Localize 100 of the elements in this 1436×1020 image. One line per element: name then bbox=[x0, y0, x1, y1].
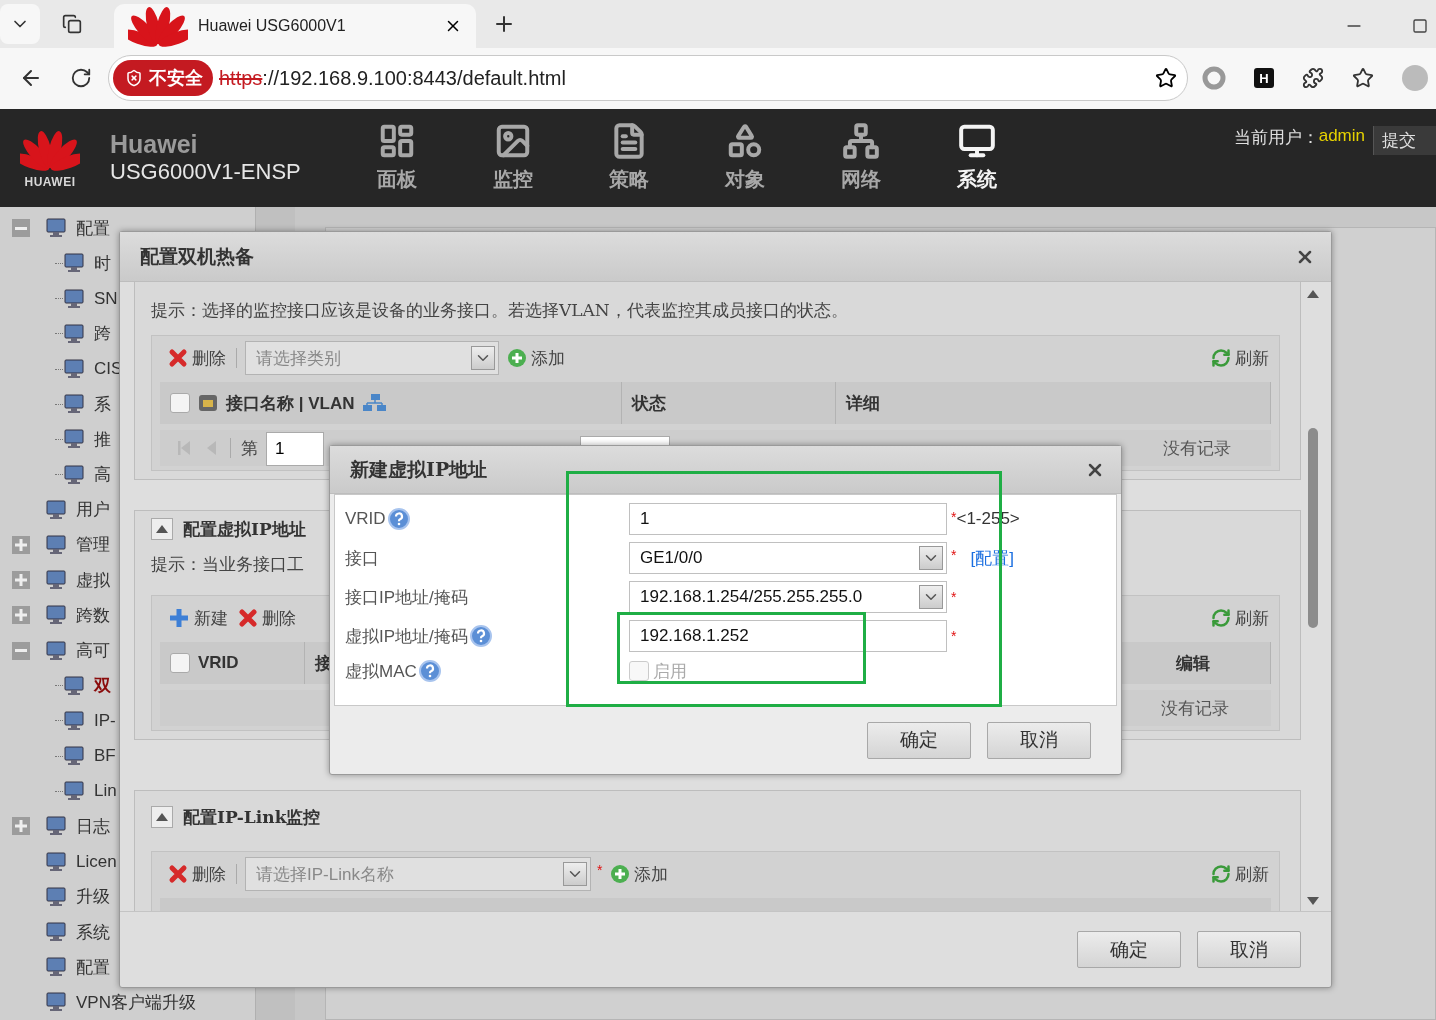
column-header[interactable]: 状态 bbox=[632, 391, 666, 415]
select-field[interactable]: GE1/0/0 bbox=[629, 542, 947, 574]
favorites-icon[interactable] bbox=[1352, 67, 1374, 90]
nav-item[interactable]: 对象 bbox=[710, 108, 826, 207]
security-badge[interactable]: 不安全 bbox=[113, 60, 213, 97]
tree-item[interactable]: 配置 bbox=[76, 216, 110, 240]
tree-item[interactable]: VPN客户端升级 bbox=[76, 990, 196, 1014]
collapse-icon bbox=[156, 813, 168, 821]
tree-node-icon bbox=[45, 921, 69, 944]
tree-item[interactable]: 虚拟 bbox=[76, 568, 110, 592]
expand-toggle[interactable] bbox=[12, 535, 30, 554]
tree-item[interactable]: 配置 bbox=[76, 955, 110, 979]
collapse-button[interactable] bbox=[151, 806, 173, 828]
collapse-toggle[interactable] bbox=[12, 641, 30, 660]
extension-icon[interactable]: H bbox=[1254, 68, 1274, 89]
tree-item[interactable]: 高 bbox=[94, 463, 111, 487]
browser-tab[interactable]: Huawei USG6000V1 bbox=[114, 4, 476, 48]
tree-node-icon bbox=[45, 639, 69, 662]
tree-item[interactable]: Licen bbox=[76, 851, 117, 872]
tree-item[interactable]: 系 bbox=[94, 392, 111, 416]
tree-item[interactable]: 推 bbox=[94, 427, 111, 451]
cancel-button[interactable]: 取消 bbox=[1197, 931, 1301, 968]
collapse-button[interactable] bbox=[151, 518, 173, 540]
tree-node-icon bbox=[45, 498, 69, 521]
empty-message: 没有记录 bbox=[1163, 436, 1231, 460]
scrollbar-thumb[interactable] bbox=[1308, 428, 1318, 628]
page-input[interactable]: 1 bbox=[266, 432, 324, 466]
refresh-button[interactable]: 刷新 bbox=[1209, 606, 1271, 630]
section-title: 配置虚拟IP地址 bbox=[183, 517, 306, 541]
tree-item[interactable]: SN bbox=[94, 288, 118, 309]
user-label: 当前用户： bbox=[1233, 126, 1319, 149]
required-mark: * bbox=[951, 628, 957, 644]
tree-node-icon bbox=[63, 358, 87, 381]
tree-item[interactable]: IP- bbox=[94, 710, 116, 731]
select-field[interactable]: 192.168.1.254/255.255.255.0 bbox=[629, 581, 947, 613]
delete-button[interactable]: 删除 bbox=[166, 862, 228, 886]
expand-toggle[interactable] bbox=[12, 817, 30, 836]
expand-toggle[interactable] bbox=[12, 571, 30, 590]
section-title: 配置IP-Link监控 bbox=[183, 805, 321, 829]
tree-item[interactable]: 系统 bbox=[76, 920, 110, 944]
tree-node-icon bbox=[63, 428, 87, 451]
column-header[interactable]: 编辑 bbox=[1175, 651, 1210, 675]
tree-item[interactable]: 时 bbox=[94, 251, 111, 275]
column-header[interactable]: VRID bbox=[198, 653, 239, 673]
network-icon bbox=[842, 122, 880, 161]
tree-item[interactable]: 跨数 bbox=[76, 603, 110, 627]
address-bar[interactable]: 不安全 https://192.168.9.100:8443/default.html bbox=[108, 55, 1188, 102]
tree-item[interactable]: 用户 bbox=[76, 498, 110, 522]
refresh-button[interactable]: 刷新 bbox=[1209, 862, 1271, 886]
new-button[interactable]: 新建 bbox=[166, 606, 230, 630]
tree-item[interactable]: 管理 bbox=[76, 533, 110, 557]
tree-item[interactable]: 跨 bbox=[94, 322, 111, 346]
tree-node-icon bbox=[45, 885, 69, 908]
favorite-icon[interactable] bbox=[1155, 67, 1177, 90]
tree-node-icon bbox=[45, 956, 69, 979]
column-header[interactable]: 接口名称 | VLAN bbox=[226, 391, 355, 415]
submit-button[interactable]: 提交 bbox=[1373, 125, 1436, 155]
checkbox[interactable] bbox=[170, 393, 190, 413]
nav-item[interactable]: 面板 bbox=[362, 108, 478, 207]
plus-icon bbox=[168, 607, 190, 629]
tree-item[interactable]: 升级 bbox=[76, 885, 110, 909]
add-button[interactable]: 添加 bbox=[505, 346, 567, 370]
tree-node-icon bbox=[63, 709, 87, 732]
nav-item[interactable]: 网络 bbox=[826, 108, 942, 207]
expand-toggle[interactable] bbox=[12, 606, 30, 625]
tree-item[interactable]: BF bbox=[94, 746, 116, 767]
refresh-button[interactable]: 刷新 bbox=[1209, 346, 1271, 370]
add-button[interactable]: 添加 bbox=[608, 862, 671, 886]
delete-button[interactable]: 删除 bbox=[166, 346, 228, 370]
device-name: USG6000V1-ENSP bbox=[110, 159, 302, 186]
nav-item[interactable]: 策略 bbox=[594, 108, 710, 207]
delete-icon bbox=[168, 864, 188, 884]
circle-icon[interactable] bbox=[1202, 66, 1226, 91]
text-field[interactable]: 192.168.1.252 bbox=[629, 620, 947, 652]
checkbox[interactable] bbox=[170, 653, 190, 673]
cancel-button[interactable]: 取消 bbox=[987, 721, 1091, 759]
nav-item[interactable]: 监控 bbox=[478, 108, 594, 207]
column-header[interactable]: 详细 bbox=[846, 391, 880, 415]
text-field[interactable]: 1 bbox=[629, 503, 947, 535]
tree-item[interactable]: 高可 bbox=[76, 639, 110, 663]
maximize-icon[interactable] bbox=[1412, 18, 1428, 34]
field-label: 接口IP地址/掩码 bbox=[345, 586, 468, 609]
tree-node-icon bbox=[63, 745, 87, 768]
tree-item[interactable]: 日志 bbox=[76, 814, 110, 838]
ok-button[interactable]: 确定 bbox=[1077, 931, 1181, 968]
tree-item[interactable]: 双 bbox=[94, 674, 111, 698]
tree-item[interactable]: Lin bbox=[94, 781, 117, 802]
ok-button[interactable]: 确定 bbox=[867, 721, 971, 759]
nav-item[interactable]: 系统 bbox=[942, 108, 1058, 207]
delete-icon bbox=[168, 348, 188, 368]
tabs-icon bbox=[62, 14, 82, 34]
tree-node-icon bbox=[63, 463, 87, 486]
help-icon bbox=[418, 660, 441, 682]
extensions-icon[interactable] bbox=[1302, 67, 1324, 90]
collapse-toggle[interactable] bbox=[12, 219, 30, 238]
tree-node-icon bbox=[63, 252, 87, 275]
delete-button[interactable]: 删除 bbox=[236, 606, 298, 630]
user-name: admin bbox=[1318, 125, 1365, 146]
shield-icon bbox=[125, 69, 143, 88]
required-mark: * bbox=[951, 546, 957, 563]
